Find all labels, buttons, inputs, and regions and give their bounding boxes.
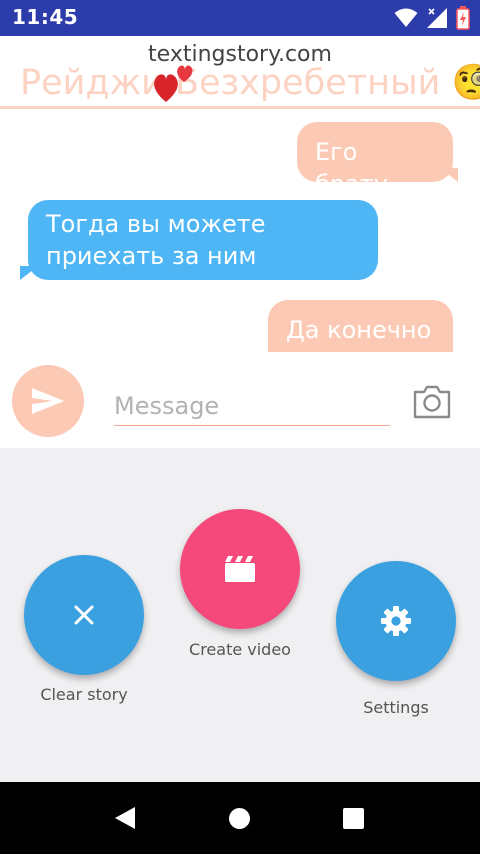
- create-video-label: Create video: [189, 640, 291, 659]
- message-input[interactable]: [114, 386, 390, 426]
- settings-button[interactable]: [336, 561, 456, 681]
- recents-icon[interactable]: [343, 808, 364, 829]
- contact-name-text: Рейджи Безхребетный: [20, 63, 441, 103]
- home-icon[interactable]: [229, 808, 250, 829]
- send-button[interactable]: [12, 365, 84, 437]
- wifi-icon: [394, 8, 418, 27]
- status-icons: [394, 5, 470, 31]
- message-bubble-outgoing[interactable]: Да конечно: [268, 300, 453, 352]
- back-icon[interactable]: [114, 806, 136, 830]
- chat-header: textingstory.com Рейджи Безхребетный 🧐: [0, 36, 480, 112]
- header-divider: [0, 106, 480, 109]
- gear-icon: [381, 606, 411, 636]
- send-icon: [32, 388, 64, 414]
- message-list[interactable]: Его брату Тогда вы можете приехать за ни…: [0, 112, 480, 352]
- settings-label: Settings: [363, 698, 429, 717]
- battery-charging-icon: [456, 6, 470, 30]
- hearts-icon: [154, 65, 193, 102]
- movie-clapper-icon: [225, 556, 255, 582]
- status-time: 11:45: [12, 5, 79, 29]
- cellular-signal-icon: [427, 8, 447, 28]
- camera-icon[interactable]: [412, 384, 452, 420]
- contact-name: Рейджи Безхребетный 🧐: [20, 62, 480, 103]
- message-bubble-outgoing[interactable]: Его брату: [297, 122, 453, 198]
- contact-emoji: 🧐: [451, 63, 480, 103]
- status-bar: 11:45: [0, 0, 480, 36]
- message-bubble-incoming[interactable]: Тогда вы можете приехать за ним: [28, 200, 378, 280]
- message-composer: [0, 352, 480, 448]
- clear-story-label: Clear story: [40, 685, 128, 704]
- system-nav-bar: [0, 782, 480, 854]
- action-panel: Clear story Create video Settings: [0, 448, 480, 782]
- close-icon: [74, 605, 94, 625]
- clear-story-button[interactable]: [24, 555, 144, 675]
- bubble-tail: [20, 266, 38, 280]
- create-video-button[interactable]: [180, 509, 300, 629]
- bubble-tail: [440, 168, 458, 182]
